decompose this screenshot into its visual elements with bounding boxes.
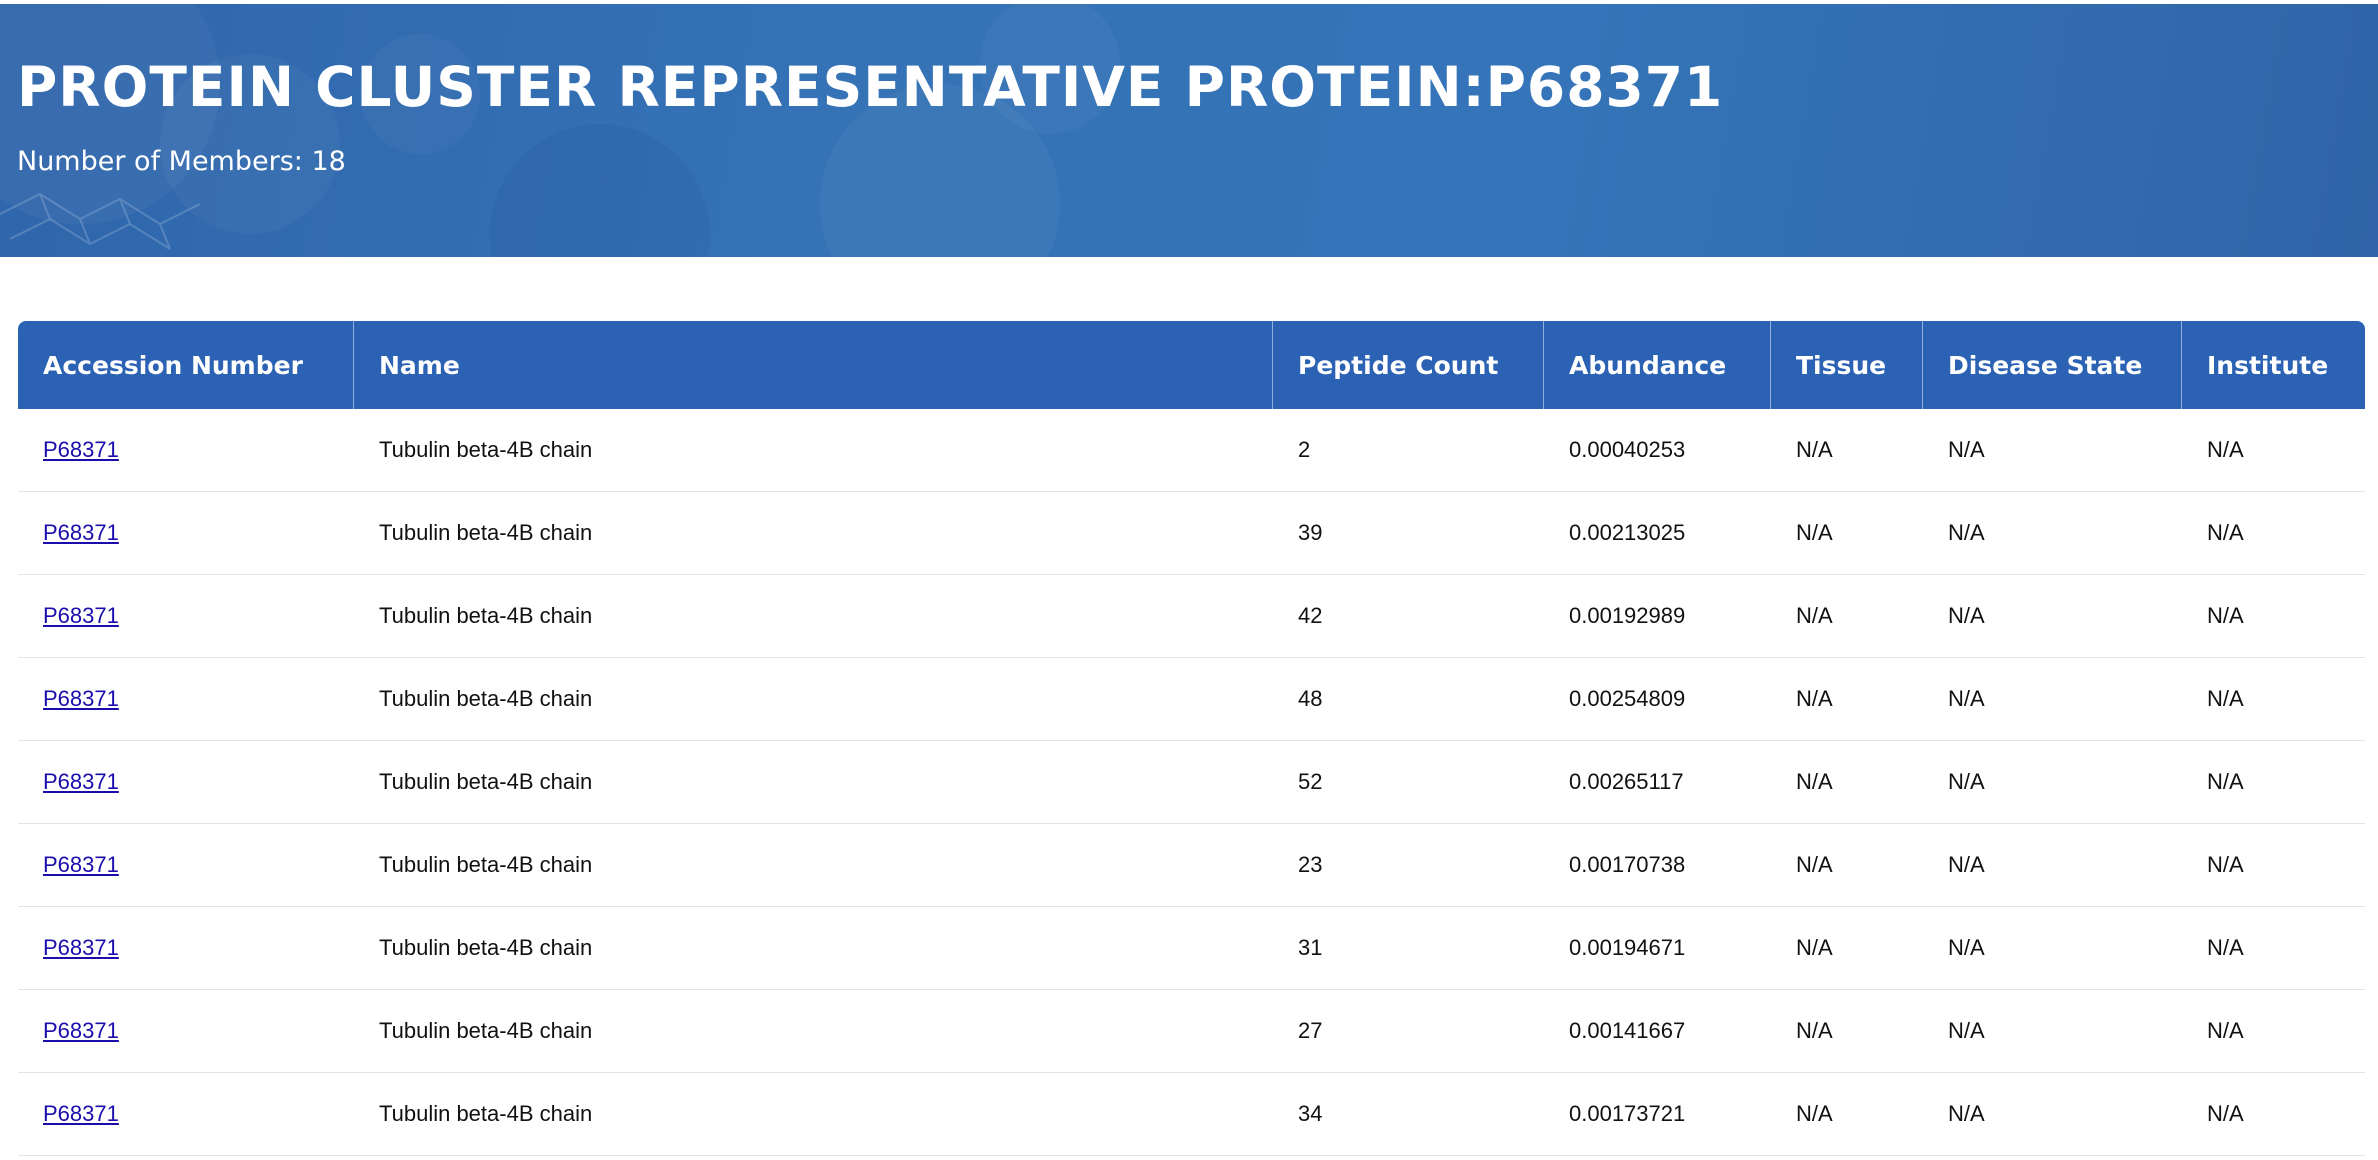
page-title: PROTEIN CLUSTER REPRESENTATIVE PROTEIN:P… <box>17 55 1724 119</box>
accession-cell: P68371 <box>18 990 354 1073</box>
column-header-accession-number[interactable]: Accession Number <box>18 321 354 409</box>
accession-cell: P68371 <box>18 575 354 658</box>
table-row: P68371 Tubulin beta-4B chain 27 0.001416… <box>18 990 2365 1073</box>
accession-link[interactable]: P68371 <box>43 520 119 545</box>
abundance-cell: 0.00170738 <box>1544 824 1771 907</box>
accession-cell: P68371 <box>18 658 354 741</box>
peptide-count-cell: 31 <box>1273 907 1544 990</box>
disease-state-cell: N/A <box>1923 492 2182 575</box>
column-header-disease-state[interactable]: Disease State <box>1923 321 2182 409</box>
accession-link[interactable]: P68371 <box>43 852 119 877</box>
disease-state-cell: N/A <box>1923 409 2182 492</box>
tissue-cell: N/A <box>1771 1073 1923 1156</box>
tissue-cell: N/A <box>1771 741 1923 824</box>
disease-state-cell: N/A <box>1923 824 2182 907</box>
table-row: P68371 Tubulin beta-4B chain 39 0.002130… <box>18 492 2365 575</box>
abundance-cell: 0.00173721 <box>1544 1073 1771 1156</box>
tissue-cell: N/A <box>1771 824 1923 907</box>
table-row: P68371 Tubulin beta-4B chain 52 0.002651… <box>18 741 2365 824</box>
table-row: P68371 Tubulin beta-4B chain 23 0.001707… <box>18 824 2365 907</box>
accession-link[interactable]: P68371 <box>43 1018 119 1043</box>
name-cell: Tubulin beta-4B chain <box>354 658 1273 741</box>
accession-link[interactable]: P68371 <box>43 603 119 628</box>
accession-cell: P68371 <box>18 741 354 824</box>
tissue-cell: N/A <box>1771 492 1923 575</box>
name-cell: Tubulin beta-4B chain <box>354 824 1273 907</box>
tissue-cell: N/A <box>1771 907 1923 990</box>
abundance-cell: 0.00141667 <box>1544 990 1771 1073</box>
disease-state-cell: N/A <box>1923 741 2182 824</box>
peptide-count-cell: 48 <box>1273 658 1544 741</box>
accession-link[interactable]: P68371 <box>43 935 119 960</box>
peptide-count-cell: 23 <box>1273 824 1544 907</box>
peptide-count-cell: 27 <box>1273 990 1544 1073</box>
accession-link[interactable]: P68371 <box>43 1101 119 1126</box>
accession-cell: P68371 <box>18 492 354 575</box>
table-row: P68371 Tubulin beta-4B chain 48 0.002548… <box>18 658 2365 741</box>
protein-cluster-table: Accession Number Name Peptide Count Abun… <box>18 321 2365 1156</box>
accession-cell: P68371 <box>18 824 354 907</box>
name-cell: Tubulin beta-4B chain <box>354 741 1273 824</box>
page-banner: PROTEIN CLUSTER REPRESENTATIVE PROTEIN:P… <box>0 4 2378 257</box>
institute-cell: N/A <box>2182 492 2365 575</box>
accession-link[interactable]: P68371 <box>43 769 119 794</box>
name-cell: Tubulin beta-4B chain <box>354 990 1273 1073</box>
accession-link[interactable]: P68371 <box>43 437 119 462</box>
tissue-cell: N/A <box>1771 575 1923 658</box>
accession-link[interactable]: P68371 <box>43 686 119 711</box>
name-cell: Tubulin beta-4B chain <box>354 409 1273 492</box>
institute-cell: N/A <box>2182 409 2365 492</box>
abundance-cell: 0.00265117 <box>1544 741 1771 824</box>
disease-state-cell: N/A <box>1923 1073 2182 1156</box>
accession-cell: P68371 <box>18 907 354 990</box>
peptide-count-cell: 34 <box>1273 1073 1544 1156</box>
disease-state-cell: N/A <box>1923 907 2182 990</box>
name-cell: Tubulin beta-4B chain <box>354 907 1273 990</box>
abundance-cell: 0.00194671 <box>1544 907 1771 990</box>
tissue-cell: N/A <box>1771 990 1923 1073</box>
institute-cell: N/A <box>2182 1073 2365 1156</box>
column-header-peptide-count[interactable]: Peptide Count <box>1273 321 1544 409</box>
table-row: P68371 Tubulin beta-4B chain 34 0.001737… <box>18 1073 2365 1156</box>
accession-cell: P68371 <box>18 409 354 492</box>
column-header-abundance[interactable]: Abundance <box>1544 321 1771 409</box>
column-header-institute[interactable]: Institute <box>2182 321 2365 409</box>
disease-state-cell: N/A <box>1923 658 2182 741</box>
name-cell: Tubulin beta-4B chain <box>354 1073 1273 1156</box>
tissue-cell: N/A <box>1771 409 1923 492</box>
abundance-cell: 0.00254809 <box>1544 658 1771 741</box>
institute-cell: N/A <box>2182 824 2365 907</box>
peptide-count-cell: 52 <box>1273 741 1544 824</box>
institute-cell: N/A <box>2182 990 2365 1073</box>
accession-cell: P68371 <box>18 1073 354 1156</box>
member-count: Number of Members: 18 <box>17 146 346 177</box>
abundance-cell: 0.00192989 <box>1544 575 1771 658</box>
disease-state-cell: N/A <box>1923 575 2182 658</box>
table-row: P68371 Tubulin beta-4B chain 42 0.001929… <box>18 575 2365 658</box>
peptide-count-cell: 39 <box>1273 492 1544 575</box>
table-row: P68371 Tubulin beta-4B chain 31 0.001946… <box>18 907 2365 990</box>
peptide-count-cell: 42 <box>1273 575 1544 658</box>
abundance-cell: 0.00213025 <box>1544 492 1771 575</box>
disease-state-cell: N/A <box>1923 990 2182 1073</box>
institute-cell: N/A <box>2182 741 2365 824</box>
table-header-row: Accession Number Name Peptide Count Abun… <box>18 321 2365 409</box>
table-row: P68371 Tubulin beta-4B chain 2 0.0004025… <box>18 409 2365 492</box>
name-cell: Tubulin beta-4B chain <box>354 575 1273 658</box>
institute-cell: N/A <box>2182 658 2365 741</box>
peptide-count-cell: 2 <box>1273 409 1544 492</box>
abundance-cell: 0.00040253 <box>1544 409 1771 492</box>
institute-cell: N/A <box>2182 575 2365 658</box>
tissue-cell: N/A <box>1771 658 1923 741</box>
name-cell: Tubulin beta-4B chain <box>354 492 1273 575</box>
institute-cell: N/A <box>2182 907 2365 990</box>
column-header-name[interactable]: Name <box>354 321 1273 409</box>
banner-background-illustration <box>0 4 1060 257</box>
column-header-tissue[interactable]: Tissue <box>1771 321 1923 409</box>
